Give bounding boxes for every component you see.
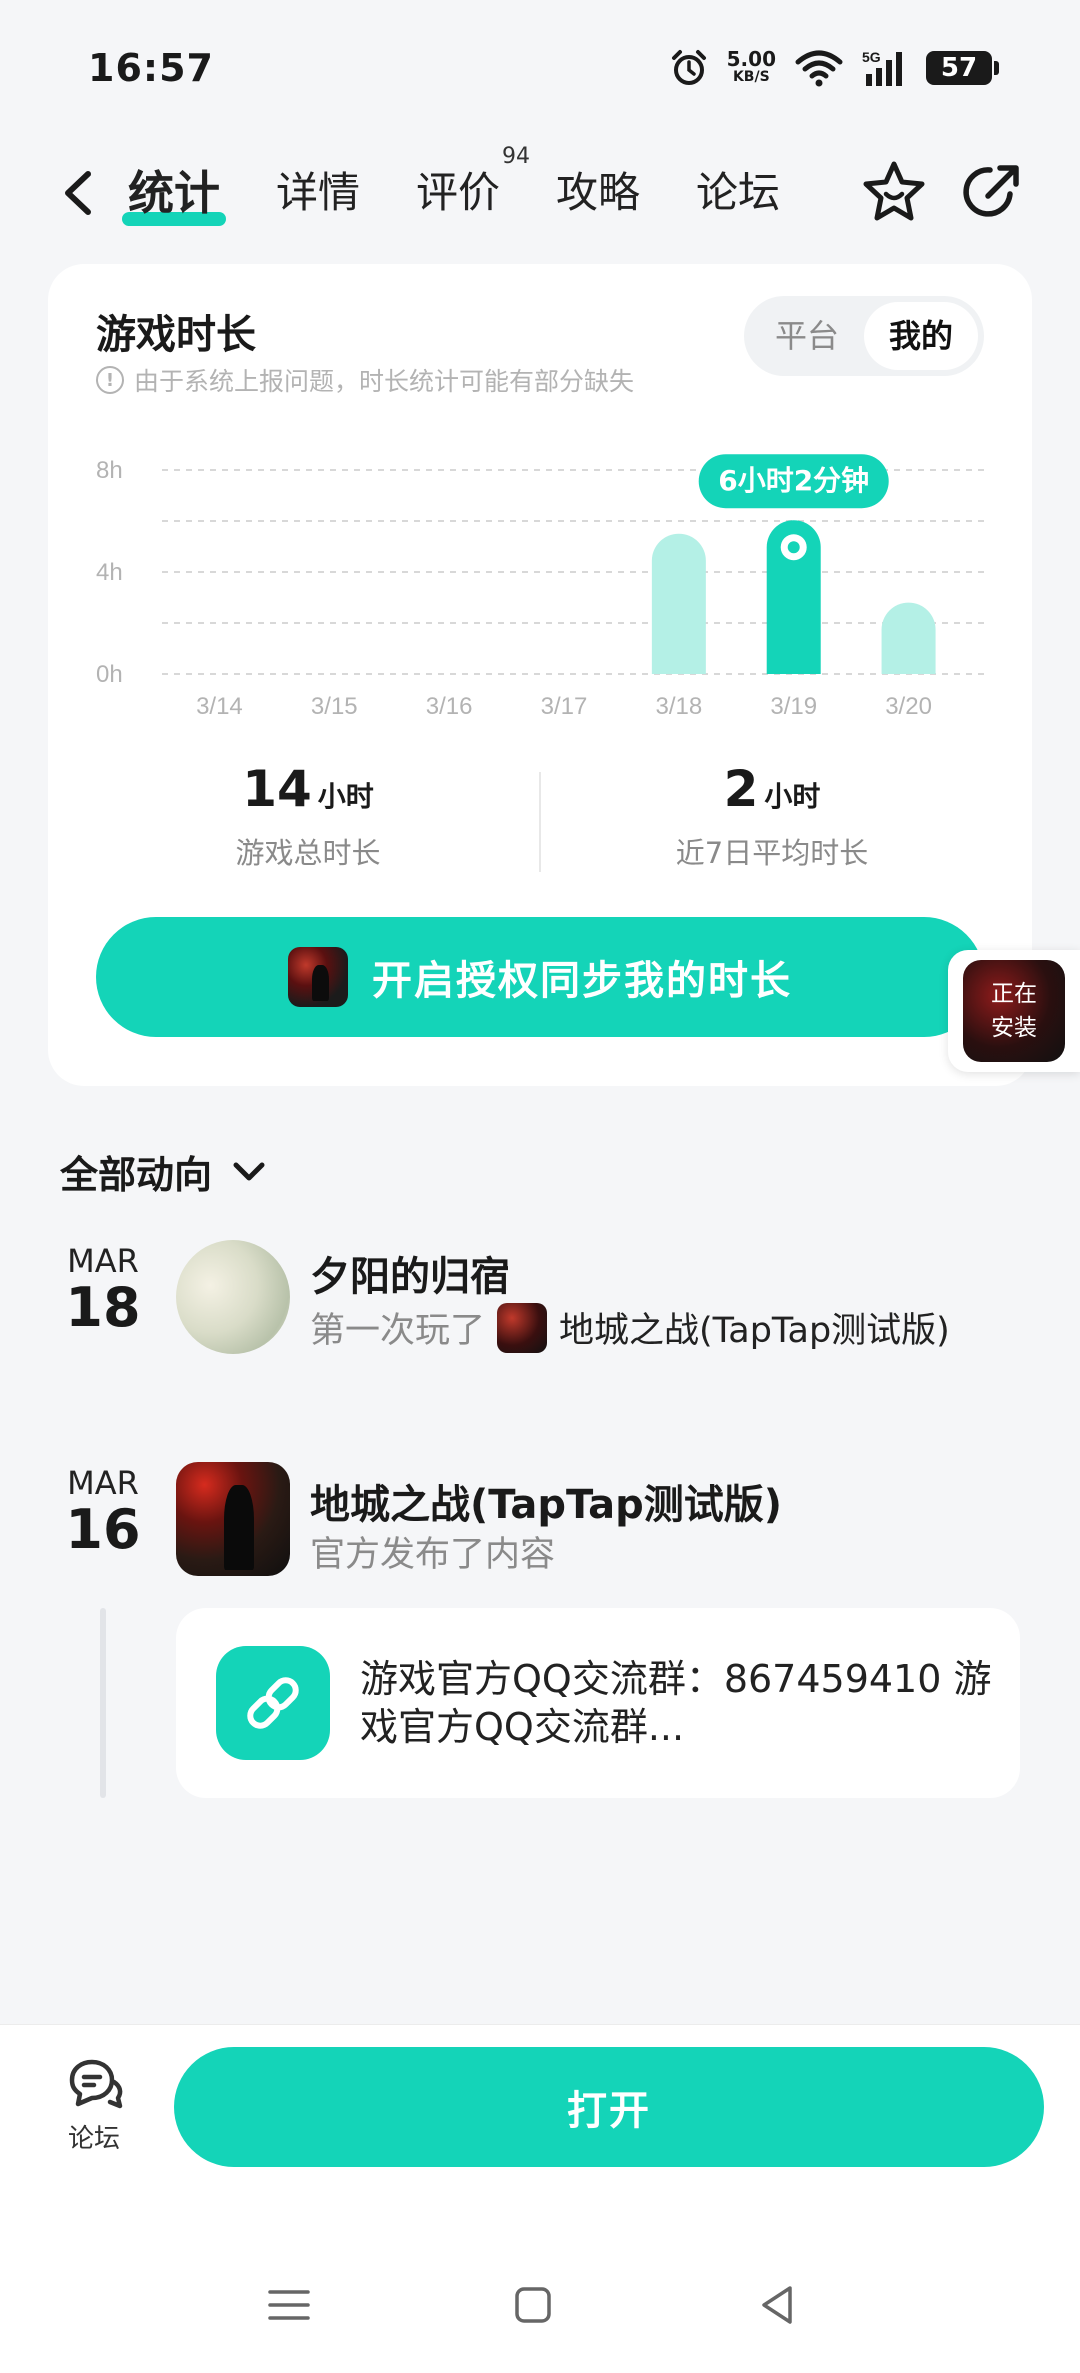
x-tick-label: 3/19: [770, 693, 817, 720]
back-arrow-icon[interactable]: [58, 168, 98, 218]
feed-activity: 第一次玩了 地城之战(TapTap测试版): [310, 1302, 950, 1353]
bar-marker-dot: [787, 541, 800, 554]
installing-game-icon: 正在 安装: [963, 960, 1065, 1062]
stat-divider: [539, 772, 541, 872]
y-tick-label: 8h: [96, 457, 123, 484]
x-tick-label: 3/14: [196, 693, 243, 720]
play-time-chart: 0h 4h 8h 3/14 3/15 3/16 3/17 3/18 6小时2分钟 3/19 3/20: [96, 454, 986, 720]
feed-user-name[interactable]: 夕阳的归宿: [310, 1244, 510, 1302]
svg-text:5G: 5G: [862, 49, 881, 65]
x-tick-label: 3/18: [655, 693, 702, 720]
favorite-star-icon[interactable]: [860, 158, 928, 226]
feed-activity: 官方发布了内容: [310, 1535, 556, 1575]
game-avatar[interactable]: [176, 1462, 290, 1576]
review-count-badge: 94: [502, 144, 531, 169]
platform-toggle: 平台 我的: [744, 296, 984, 376]
x-tick-label: 3/20: [885, 693, 932, 720]
timeline-line: [100, 1608, 106, 1798]
info-icon: !: [96, 366, 124, 394]
feed-filter[interactable]: 全部动向: [60, 1144, 266, 1199]
link-icon: [216, 1646, 330, 1760]
chevron-down-icon: [233, 1162, 265, 1180]
tab-details[interactable]: 详情: [276, 160, 360, 226]
home-icon[interactable]: [508, 2280, 558, 2330]
back-icon[interactable]: [752, 2280, 802, 2330]
tab-forum[interactable]: 论坛: [696, 160, 780, 226]
x-tick-label: 3/15: [311, 693, 358, 720]
card-note: ! 由于系统上报问题，时长统计可能有部分缺失: [96, 362, 634, 398]
post-link-card[interactable]: 游戏官方QQ交流群：867459410 游戏官方QQ交流群...: [176, 1608, 1020, 1798]
chart-bar: [881, 602, 936, 674]
chart-bar: [651, 533, 706, 674]
post-link-text: 游戏官方QQ交流群：867459410 游戏官方QQ交流群...: [360, 1657, 992, 1749]
x-tick-label: 3/16: [426, 693, 473, 720]
open-game-button[interactable]: 打开: [174, 2047, 1044, 2167]
alarm-icon: [671, 50, 706, 85]
average-time-stat: 2 小时 近7日平均时长: [675, 760, 869, 870]
y-tick-label: 4h: [96, 559, 123, 586]
game-mini-icon: [497, 1302, 548, 1353]
tab-bar: 统计 详情 评价 94 攻略 论坛: [122, 146, 836, 226]
network-speed: 5.00 KB/S: [726, 47, 776, 85]
tab-reviews[interactable]: 评价 94: [416, 146, 530, 226]
menu-icon[interactable]: [264, 2280, 314, 2330]
bar-tooltip-label: 6小时2分钟: [718, 464, 869, 497]
tab-guides[interactable]: 攻略: [556, 160, 640, 226]
feed-game-link[interactable]: 地城之战(TapTap测试版): [559, 1302, 950, 1353]
signal-icon: 5G: [862, 49, 902, 86]
segment-mine[interactable]: 我的: [864, 302, 978, 370]
card-title: 游戏时长: [96, 312, 256, 358]
battery-indicator: 57: [926, 51, 999, 85]
status-icons: 5.00 KB/S 5G 57: [669, 47, 999, 88]
x-tick-label: 3/17: [541, 693, 588, 720]
installing-widget[interactable]: 正在 安装: [948, 950, 1080, 1072]
segment-platform[interactable]: 平台: [750, 302, 864, 370]
forum-chat-icon: [69, 2059, 123, 2109]
tab-stats[interactable]: 统计: [122, 160, 226, 226]
total-time-stat: 14 小时 游戏总时长: [235, 760, 381, 870]
user-avatar[interactable]: [176, 1240, 290, 1354]
share-icon[interactable]: [958, 158, 1026, 226]
forum-button[interactable]: 论坛: [58, 2058, 130, 2155]
wifi-icon: [795, 50, 843, 87]
feed-game-name[interactable]: 地城之战(TapTap测试版): [310, 1472, 782, 1530]
game-thumbnail: [288, 947, 348, 1007]
y-tick-label: 0h: [96, 661, 123, 688]
status-time: 16:57: [88, 46, 214, 90]
sync-time-button[interactable]: 开启授权同步我的时长: [96, 917, 984, 1037]
feed-date: MAR 18: [65, 1242, 141, 1339]
feed-date: MAR 16: [65, 1464, 141, 1561]
